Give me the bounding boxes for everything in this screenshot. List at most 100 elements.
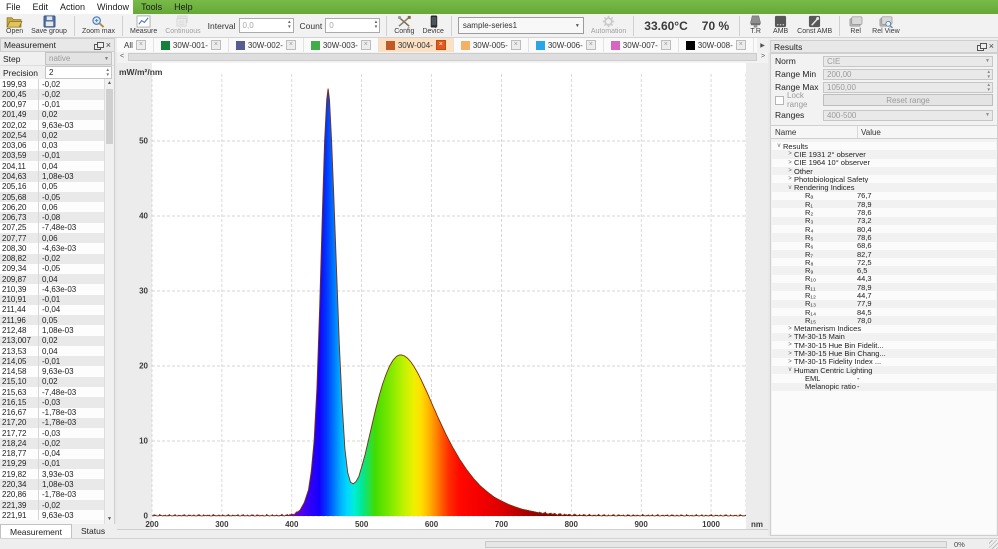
close-panel-icon[interactable]: × (106, 41, 111, 50)
series-checkbox-icon[interactable]: × (661, 40, 671, 50)
toolbar-button-tr[interactable]: T.R (743, 14, 768, 37)
spinner-arrows-icon[interactable]: ▲▼ (287, 19, 291, 29)
toolbar-button-device[interactable]: Device (418, 14, 447, 37)
measurement-table-row[interactable]: 202,029,63e-03 (0, 120, 105, 130)
measurement-table-row[interactable]: 207,25-7,48e-03 (0, 223, 105, 233)
tree-expander-icon[interactable]: > (786, 359, 794, 365)
spectrum-chart[interactable]: mW/m²/nm10203040500200300400500600700800… (117, 63, 768, 529)
ranges-select[interactable]: 400-500▼ (823, 110, 993, 121)
tree-expander-icon[interactable]: v (786, 367, 794, 373)
tree-expander-icon[interactable]: > (786, 160, 794, 166)
measurement-table-row[interactable]: 218,77-0,04 (0, 449, 105, 459)
precision-stepper[interactable]: 2 ▲▼ (45, 66, 112, 79)
measurement-table-row[interactable]: 210,91-0,01 (0, 295, 105, 305)
range-max-stepper[interactable]: 1050,00 ▲▼ (823, 82, 993, 93)
measurement-table-row[interactable]: 216,67-1,78e-03 (0, 408, 105, 418)
toolbar-button-const-amb[interactable]: Const AMB (793, 14, 836, 37)
scroll-left-icon[interactable]: < (117, 52, 127, 62)
norm-select[interactable]: CIE▼ (823, 56, 993, 67)
measurement-table-row[interactable]: 205,68-0,05 (0, 192, 105, 202)
tree-expander-icon[interactable]: v (775, 143, 783, 149)
step-select[interactable]: native▼ (45, 52, 112, 65)
count-input[interactable]: 0▲▼ (325, 18, 380, 33)
measurement-table-row[interactable]: 200,97-0,01 (0, 100, 105, 110)
measurement-table-row[interactable]: 217,72-0,03 (0, 428, 105, 438)
interval-input[interactable]: 0,0▲▼ (239, 18, 294, 33)
measurement-table-row[interactable]: 219,823,93e-03 (0, 469, 105, 479)
measurement-table-row[interactable]: 209,870,04 (0, 274, 105, 284)
measurement-table-row[interactable]: 206,200,06 (0, 202, 105, 212)
measurement-table-row[interactable]: 210,39-4,63e-03 (0, 284, 105, 294)
measurement-table-row[interactable]: 219,29-0,01 (0, 459, 105, 469)
measurement-table-row[interactable]: 203,59-0,01 (0, 151, 105, 161)
series-chip-30w-002[interactable]: 30W-002-× (229, 38, 304, 52)
measurement-table-row[interactable]: 206,73-0,08 (0, 212, 105, 222)
series-chip-30w-001[interactable]: 30W-001-× (154, 38, 229, 52)
toolbar-button-config[interactable]: Config (390, 14, 418, 37)
measurement-table-row[interactable]: 216,15-0,03 (0, 397, 105, 407)
measurement-table-row[interactable]: 211,960,05 (0, 315, 105, 325)
tree-expander-icon[interactable]: > (786, 326, 794, 332)
scroll-down-icon[interactable]: ▼ (105, 515, 114, 524)
window-resize-grip[interactable] (989, 540, 998, 549)
series-scroll-right-icon[interactable]: ▶ (757, 38, 768, 53)
measurement-table-row[interactable]: 202,540,02 (0, 130, 105, 140)
series-checkbox-icon[interactable]: × (436, 40, 446, 50)
dock-tab-measurement[interactable]: Measurement (0, 524, 72, 538)
menu-item-file[interactable]: File (0, 0, 27, 14)
measurement-table-row[interactable]: 214,05-0,01 (0, 356, 105, 366)
measurement-table-row[interactable]: 208,30-4,63e-03 (0, 243, 105, 253)
measurement-table-row[interactable]: 201,490,02 (0, 110, 105, 120)
measurement-table-row[interactable]: 217,20-1,78e-03 (0, 418, 105, 428)
measurement-table-row[interactable]: 221,919,63e-03 (0, 510, 105, 520)
toolbar-button-rel-view[interactable]: Rel View (868, 14, 904, 37)
reset-range-button[interactable]: Reset range (823, 94, 993, 106)
measurement-table-row[interactable]: 213,0070,02 (0, 336, 105, 346)
menu-item-help[interactable]: Help (168, 0, 199, 14)
float-panel-icon[interactable] (977, 43, 985, 50)
lock-range-checkbox[interactable] (775, 96, 784, 105)
measurement-table-row[interactable]: 205,160,05 (0, 182, 105, 192)
measurement-table-row[interactable]: 218,24-0,02 (0, 438, 105, 448)
measurement-table-row[interactable]: 199,93-0,02 (0, 79, 105, 89)
series-chip-30w-004[interactable]: 30W-004-× (379, 38, 454, 52)
series-checkbox-icon[interactable]: × (736, 40, 746, 50)
range-min-stepper[interactable]: 200,00 ▲▼ (823, 69, 993, 80)
series-chip-30w-007[interactable]: 30W-007-× (604, 38, 679, 52)
tree-expander-icon[interactable]: > (786, 151, 794, 157)
toolbar-button-measure[interactable]: Measure (126, 14, 161, 37)
tree-expander-icon[interactable]: > (786, 334, 794, 340)
measurement-table-row[interactable]: 207,770,06 (0, 233, 105, 243)
scrollbar-thumb[interactable] (106, 89, 113, 144)
series-select-dropdown[interactable]: sample-series1▼ (458, 17, 584, 34)
measurement-table-row[interactable]: 204,631,08e-03 (0, 171, 105, 181)
tree-expander-icon[interactable]: > (786, 351, 794, 357)
spinner-arrows-icon[interactable]: ▲▼ (987, 69, 991, 79)
series-checkbox-icon[interactable]: × (511, 40, 521, 50)
measurement-table-row[interactable]: 215,63-7,48e-03 (0, 387, 105, 397)
menu-item-action[interactable]: Action (54, 0, 91, 14)
menu-item-window[interactable]: Window (91, 0, 135, 14)
menu-item-edit[interactable]: Edit (27, 0, 55, 14)
tree-expander-icon[interactable]: > (786, 342, 794, 348)
measurement-table-row[interactable]: 221,39-0,02 (0, 500, 105, 510)
scroll-up-icon[interactable]: ▲ (105, 79, 114, 88)
spinner-arrows-icon[interactable]: ▲▼ (374, 19, 378, 29)
measurement-table-row[interactable]: 203,060,03 (0, 141, 105, 151)
measurement-table-row[interactable]: 208,82-0,02 (0, 254, 105, 264)
results-tree-row[interactable]: Melanopic ratio- (772, 383, 996, 391)
scroll-right-icon[interactable]: > (758, 52, 768, 62)
measurement-table-row[interactable]: 215,100,02 (0, 377, 105, 387)
spinner-arrows-icon[interactable]: ▲▼ (987, 82, 991, 92)
series-chip-30w-006[interactable]: 30W-006-× (529, 38, 604, 52)
measurement-table-row[interactable]: 214,589,63e-03 (0, 366, 105, 376)
series-chip-30w-005[interactable]: 30W-005-× (454, 38, 529, 52)
measurement-table-row[interactable]: 220,86-1,78e-03 (0, 490, 105, 500)
tree-expander-icon[interactable]: > (786, 168, 794, 174)
close-panel-icon[interactable]: × (989, 42, 994, 51)
toolbar-button-open[interactable]: Open (2, 14, 27, 37)
toolbar-button-save-group[interactable]: Save group (27, 14, 71, 37)
tree-expander-icon[interactable]: > (786, 176, 794, 182)
series-checkbox-icon[interactable]: × (136, 40, 146, 50)
measurement-table-row[interactable]: 209,34-0,05 (0, 264, 105, 274)
